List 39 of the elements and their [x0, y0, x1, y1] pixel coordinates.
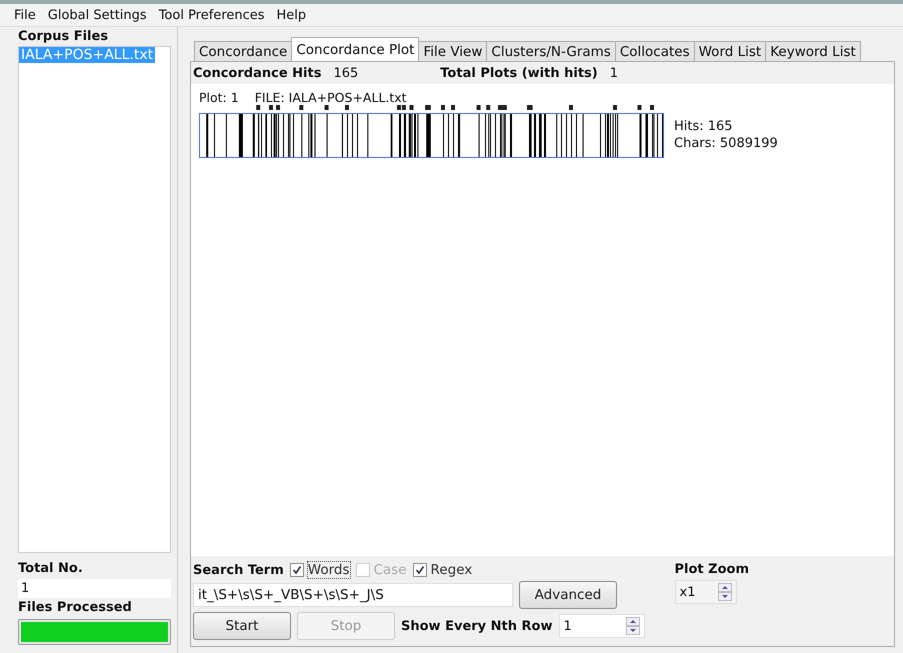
panel-title: Corpus Files — [18, 29, 110, 44]
nth-row-label: Show Every Nth Row — [401, 618, 552, 634]
tab[interactable]: Word List — [694, 41, 766, 61]
checkbox[interactable] — [290, 563, 304, 577]
plot-chars: Chars: 5089199 — [674, 136, 778, 151]
start-button[interactable]: Start — [193, 612, 291, 640]
spin-arrows-icon[interactable] — [626, 617, 640, 635]
advanced-button[interactable]: Advanced — [519, 581, 617, 609]
search-field[interactable]: it_\S+\s\S+_VB\S+\s\S+_J\S — [193, 583, 513, 607]
spin-arrows-icon[interactable] — [718, 583, 732, 601]
menu-item[interactable]: Help — [272, 8, 310, 22]
plot-number: Plot: 1 — [199, 90, 239, 105]
checkbox[interactable] — [412, 563, 427, 577]
tab[interactable]: Concordance — [194, 41, 292, 61]
zoom-label: Plot Zoom — [674, 562, 749, 577]
checkbox-label[interactable]: Words — [308, 562, 350, 578]
check-icon — [292, 565, 302, 575]
processed-label: Files Processed — [18, 600, 133, 615]
tab[interactable]: Collocates — [614, 41, 695, 61]
checkbox-label[interactable]: Regex — [430, 562, 472, 578]
tab[interactable]: Concordance Plot — [291, 37, 420, 61]
menu-item[interactable]: Tool Preferences — [154, 8, 269, 22]
hits-value: 165 — [333, 66, 358, 81]
tab[interactable]: File View — [418, 41, 488, 61]
plots-value: 1 — [610, 66, 618, 81]
menu-item[interactable]: Global Settings — [44, 8, 151, 22]
plot-file: FILE: IALA+POS+ALL.txt — [254, 90, 407, 105]
check-icon — [414, 565, 425, 575]
tab[interactable]: Keyword List — [765, 41, 861, 61]
plots-label: Total Plots (with hits) — [440, 66, 598, 81]
nth-row-spinbox[interactable]: 1 — [558, 614, 644, 638]
tab[interactable]: Clusters/N-Grams — [486, 41, 616, 61]
total-value: 1 — [18, 579, 171, 598]
search-label: Search Term — [193, 562, 284, 578]
zoom-spinbox[interactable]: x1 — [674, 580, 736, 604]
menu-item[interactable]: File — [10, 8, 40, 22]
hits-label: Concordance Hits — [193, 66, 322, 81]
plot-hits: Hits: 165 — [674, 119, 734, 134]
total-label: Total No. — [18, 561, 84, 576]
